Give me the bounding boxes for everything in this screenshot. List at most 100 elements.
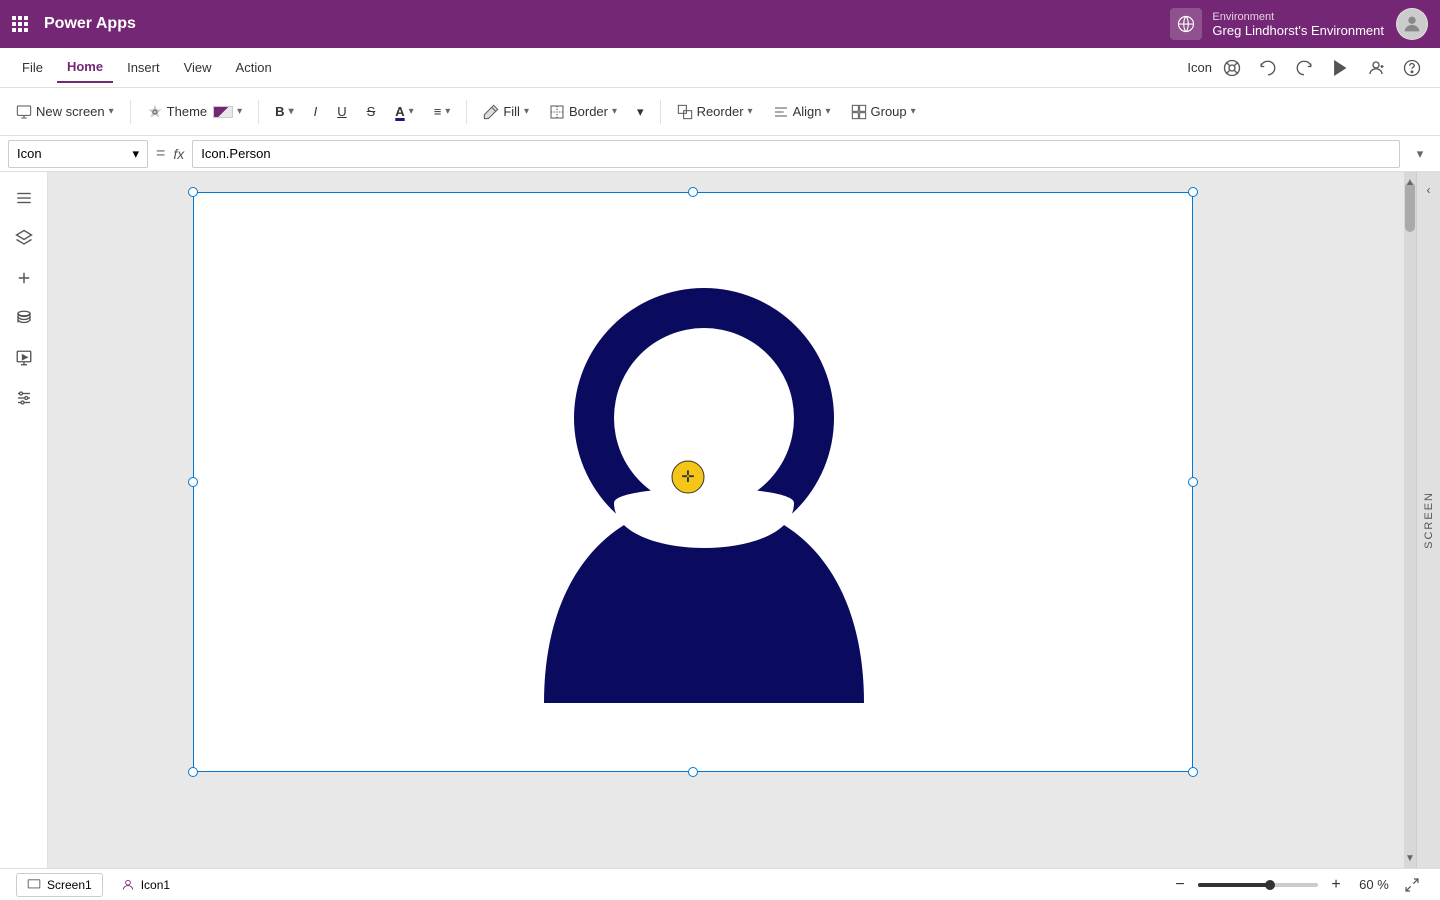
more-arrow: ▾ <box>637 104 644 120</box>
group-label: Group <box>871 104 907 119</box>
underline-button[interactable]: U <box>329 96 354 128</box>
reorder-label: Reorder <box>697 104 744 119</box>
fx-button[interactable]: fx <box>173 146 184 162</box>
main-layout: ✛ ▼ ▲ ‹ SCREEN <box>0 172 1440 868</box>
menu-view[interactable]: View <box>174 53 222 83</box>
bold-label: B <box>275 104 284 119</box>
zoom-slider-fill <box>1198 883 1270 887</box>
selected-element-label: Icon <box>1187 60 1212 75</box>
border-label: Border <box>569 104 608 119</box>
font-color-button[interactable]: A ▾ <box>387 96 421 128</box>
move-cursor: ✛ <box>670 459 706 495</box>
zoom-slider-thumb[interactable] <box>1265 880 1275 890</box>
strikethrough-label: S <box>367 104 376 119</box>
italic-button[interactable]: I <box>306 96 326 128</box>
env-text: Environment Greg Lindhorst's Environment <box>1212 11 1384 38</box>
fx-label: fx <box>173 146 184 162</box>
group-dropdown-arrow: ▾ <box>911 106 916 117</box>
fullscreen-button[interactable] <box>1400 873 1424 897</box>
sidebar-media[interactable] <box>6 340 42 376</box>
right-collapse-button[interactable]: ‹ <box>1419 180 1439 200</box>
user-icon[interactable] <box>1360 52 1392 84</box>
property-value: Icon <box>17 146 42 161</box>
strikethrough-button[interactable]: S <box>359 96 384 128</box>
sidebar-add[interactable] <box>6 260 42 296</box>
help-icon[interactable] <box>1396 52 1428 84</box>
border-button[interactable]: Border ▾ <box>541 96 625 128</box>
fill-dropdown-arrow: ▾ <box>524 106 529 117</box>
more-dropdown-button[interactable]: ▾ <box>629 96 652 128</box>
zoom-in-label: + <box>1331 876 1340 894</box>
reorder-button[interactable]: Reorder ▾ <box>669 96 761 128</box>
menu-right-icons <box>1216 52 1428 84</box>
zoom-slider[interactable] <box>1198 883 1318 887</box>
separator-3 <box>466 100 467 124</box>
zoom-controls: − + 60 % <box>1168 873 1424 897</box>
new-screen-button[interactable]: New screen ▾ <box>8 96 122 128</box>
play-icon[interactable] <box>1324 52 1356 84</box>
icon1-tab[interactable]: Icon1 <box>111 874 180 896</box>
zoom-out-button[interactable]: − <box>1168 873 1192 897</box>
sidebar-hamburger[interactable] <box>6 180 42 216</box>
italic-label: I <box>314 104 318 119</box>
undo-icon[interactable] <box>1252 52 1284 84</box>
theme-button[interactable]: Theme ▾ <box>139 96 251 128</box>
canvas-area[interactable]: ✛ ▼ ▲ <box>48 172 1416 868</box>
redo-icon[interactable] <box>1288 52 1320 84</box>
fill-label: Fill <box>503 104 520 119</box>
person-icon-container[interactable]: ✛ <box>494 243 914 723</box>
font-color-label: A <box>395 104 404 119</box>
theme-color-swatch <box>213 106 233 118</box>
align-group-label: Align <box>793 104 822 119</box>
scroll-up-btn[interactable]: ▲ <box>1404 172 1416 192</box>
sidebar-database[interactable] <box>6 300 42 336</box>
menu-insert[interactable]: Insert <box>117 53 170 83</box>
apps-icon[interactable] <box>12 16 28 32</box>
icon1-label: Icon1 <box>141 878 170 892</box>
property-dropdown[interactable]: Icon ▾ <box>8 140 148 168</box>
zoom-value: 60 % <box>1354 877 1394 892</box>
left-sidebar <box>0 172 48 868</box>
svg-text:✛: ✛ <box>682 469 695 486</box>
group-button[interactable]: Group ▾ <box>843 96 924 128</box>
new-screen-label: New screen <box>36 104 105 119</box>
new-screen-dropdown-arrow: ▾ <box>109 106 114 117</box>
toolbar: New screen ▾ Theme ▾ B ▾ I U S A ▾ ≡ <box>0 88 1440 136</box>
separator-1 <box>130 100 131 124</box>
env-name: Greg Lindhorst's Environment <box>1212 23 1384 38</box>
reorder-dropdown-arrow: ▾ <box>748 106 753 117</box>
scroll-down-btn[interactable]: ▼ <box>1404 848 1416 868</box>
formula-expand-button[interactable]: ▾ <box>1408 142 1432 166</box>
separator-4 <box>660 100 661 124</box>
env-label: Environment <box>1212 11 1384 23</box>
menu-file[interactable]: File <box>12 53 53 83</box>
theme-label: Theme <box>167 104 207 119</box>
zoom-out-label: − <box>1175 876 1184 894</box>
zoom-in-button[interactable]: + <box>1324 873 1348 897</box>
formula-input[interactable] <box>192 140 1400 168</box>
bold-dropdown-arrow: ▾ <box>289 106 294 117</box>
support-icon[interactable] <box>1216 52 1248 84</box>
avatar[interactable] <box>1396 8 1428 40</box>
menu-action[interactable]: Action <box>226 53 282 83</box>
bold-button[interactable]: B ▾ <box>267 96 301 128</box>
screen1-label: Screen1 <box>47 878 92 892</box>
border-dropdown-arrow: ▾ <box>612 106 617 117</box>
property-dropdown-arrow: ▾ <box>132 146 139 162</box>
font-color-dropdown-arrow: ▾ <box>409 106 414 117</box>
fill-button[interactable]: Fill ▾ <box>475 96 537 128</box>
equals-sign: = <box>156 145 165 163</box>
right-panel[interactable]: ‹ SCREEN <box>1416 172 1440 868</box>
environment-section: Environment Greg Lindhorst's Environment <box>1170 8 1384 40</box>
align-group-button[interactable]: Align ▾ <box>765 96 839 128</box>
screen1-tab[interactable]: Screen1 <box>16 873 103 897</box>
status-bar: Screen1 Icon1 − + 60 % <box>0 868 1440 900</box>
screen-label: SCREEN <box>1423 491 1435 549</box>
separator-2 <box>258 100 259 124</box>
menu-home[interactable]: Home <box>57 53 113 83</box>
theme-dropdown-arrow: ▾ <box>237 106 242 117</box>
vertical-scrollbar[interactable]: ▼ ▲ <box>1404 172 1416 868</box>
align-button[interactable]: ≡ ▾ <box>426 96 459 128</box>
sidebar-controls[interactable] <box>6 380 42 416</box>
sidebar-layers[interactable] <box>6 220 42 256</box>
